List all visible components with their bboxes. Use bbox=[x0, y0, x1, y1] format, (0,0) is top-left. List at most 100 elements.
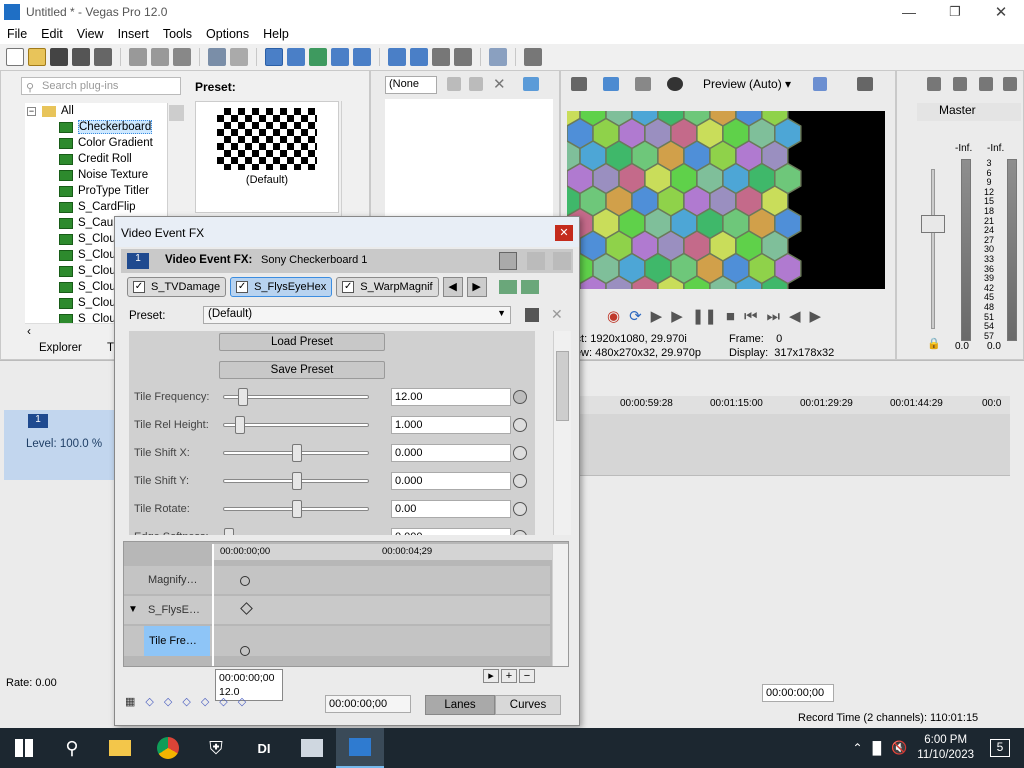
stop-icon[interactable]: ■ bbox=[726, 308, 735, 325]
trimmer-tool-icon[interactable] bbox=[447, 77, 461, 91]
lock-envelopes-icon[interactable] bbox=[353, 48, 371, 66]
prev-frame-icon[interactable]: ◀ bbox=[789, 307, 801, 325]
help-icon[interactable] bbox=[524, 48, 542, 66]
volume-icon[interactable]: 🔇 bbox=[891, 740, 907, 756]
clock[interactable]: 6:00 PM 11/10/2023 bbox=[917, 733, 974, 763]
copy-icon[interactable] bbox=[151, 48, 169, 66]
next-frame-icon[interactable]: ▶ bbox=[810, 307, 822, 325]
fx-chain-tab-active[interactable]: ✓ S_FlysEyeHex bbox=[230, 277, 333, 297]
preset-thumbnail[interactable]: (Default) bbox=[195, 101, 339, 213]
cut-icon[interactable] bbox=[129, 48, 147, 66]
collapse-icon[interactable]: − bbox=[27, 106, 36, 116]
slider-thumb[interactable] bbox=[292, 472, 302, 490]
go-to-start-icon[interactable]: ⏮ bbox=[744, 308, 758, 325]
load-preset-button[interactable]: Load Preset bbox=[219, 333, 385, 351]
delete-keyframe-icon[interactable]: ◇ bbox=[238, 695, 246, 708]
open-icon[interactable] bbox=[28, 48, 46, 66]
network-icon[interactable]: █ bbox=[873, 741, 882, 755]
chain-prev-icon[interactable]: ◀ bbox=[442, 277, 463, 297]
animate-clock-icon[interactable] bbox=[513, 446, 527, 460]
param-value-field[interactable]: 0.000 bbox=[391, 444, 511, 462]
save-as-icon[interactable] bbox=[72, 48, 90, 66]
fx-chain-tab[interactable]: ✓ S_TVDamage bbox=[127, 277, 227, 297]
plugin-item[interactable]: S_CardFlip bbox=[25, 199, 185, 215]
menu-insert[interactable]: Insert bbox=[111, 27, 156, 41]
prev-keyframe-icon[interactable]: ◇ bbox=[164, 695, 172, 708]
kf-zoom-out-icon[interactable]: − bbox=[519, 669, 535, 683]
master-fader-thumb[interactable] bbox=[921, 215, 945, 233]
curves-button[interactable]: Curves bbox=[495, 695, 561, 715]
lanes-button[interactable]: Lanes bbox=[425, 695, 495, 715]
delete-preset-icon[interactable]: ✕ bbox=[551, 306, 563, 323]
kf-row-tile-frequency[interactable]: Tile Fre… bbox=[124, 626, 550, 656]
animate-clock-icon[interactable] bbox=[513, 390, 527, 404]
param-value-field[interactable]: 0.000 bbox=[391, 528, 511, 535]
menu-view[interactable]: View bbox=[70, 27, 111, 41]
param-value-field[interactable]: 12.00 bbox=[391, 388, 511, 406]
fx-preset-dropdown[interactable]: (Default) ▼ bbox=[203, 306, 511, 324]
slider-thumb[interactable] bbox=[237, 388, 248, 406]
transitions-tab[interactable]: T bbox=[107, 342, 114, 354]
track-header[interactable]: 1 Level: 100.0 % bbox=[4, 410, 116, 480]
menu-options[interactable]: Options bbox=[199, 27, 256, 41]
kf-cursor[interactable] bbox=[212, 544, 214, 666]
redo-icon[interactable] bbox=[230, 48, 248, 66]
keyframe-marker[interactable] bbox=[240, 576, 250, 586]
loop-icon[interactable]: ⟳ bbox=[629, 307, 642, 325]
close-button[interactable]: ✕ bbox=[978, 3, 1024, 21]
auto-ripple-icon[interactable] bbox=[331, 48, 349, 66]
zoom-icon[interactable] bbox=[454, 48, 472, 66]
tray-chevron-icon[interactable]: ⌃ bbox=[853, 741, 863, 755]
sync-cursor-icon[interactable]: ▦ bbox=[125, 695, 135, 708]
mixer-assign-icon[interactable] bbox=[1003, 77, 1017, 91]
envelope-tool-icon[interactable] bbox=[287, 48, 305, 66]
param-slider[interactable] bbox=[223, 472, 369, 490]
param-slider[interactable] bbox=[223, 416, 369, 434]
slider-thumb[interactable] bbox=[292, 444, 302, 462]
davinci-button[interactable]: DI bbox=[240, 728, 288, 768]
copy-snapshot-icon[interactable] bbox=[857, 77, 873, 91]
go-to-end-icon[interactable]: ⏭ bbox=[766, 308, 780, 325]
chrome-button[interactable] bbox=[144, 728, 192, 768]
plugin-item[interactable]: Credit Roll bbox=[25, 151, 185, 167]
search-button[interactable]: ⚲ bbox=[48, 728, 96, 768]
selection-tool-icon[interactable] bbox=[309, 48, 327, 66]
plugin-item[interactable]: Checkerboard bbox=[25, 119, 185, 135]
kf-row-flyseye[interactable]: ▼ S_FlysE… bbox=[124, 596, 550, 624]
kf-zoom-in-icon[interactable]: + bbox=[501, 669, 517, 683]
menu-file[interactable]: File bbox=[0, 27, 34, 41]
play-icon[interactable]: ▶ bbox=[671, 307, 683, 325]
plugin-item[interactable]: Color Gradient bbox=[25, 135, 185, 151]
slider-thumb[interactable] bbox=[234, 416, 245, 434]
ext-monitor-icon[interactable] bbox=[603, 77, 619, 91]
plugin-item[interactable]: Noise Texture bbox=[25, 167, 185, 183]
play-from-start-icon[interactable]: ▶ bbox=[651, 307, 663, 325]
remove-fx-icon[interactable] bbox=[520, 280, 539, 294]
menu-edit[interactable]: Edit bbox=[34, 27, 70, 41]
param-slider[interactable] bbox=[223, 500, 369, 518]
kf-time-display[interactable]: 00:00:00;00 bbox=[325, 695, 411, 713]
undo-icon[interactable] bbox=[208, 48, 226, 66]
paste-icon[interactable] bbox=[173, 48, 191, 66]
fx-view-list-icon[interactable] bbox=[499, 252, 517, 270]
grid-icon[interactable] bbox=[813, 77, 827, 91]
tree-root[interactable]: − All bbox=[25, 103, 185, 119]
maximize-button[interactable]: ❐ bbox=[932, 4, 978, 20]
security-button[interactable]: ⛨ bbox=[192, 728, 240, 768]
kf-row-magnify[interactable]: Magnify… bbox=[124, 566, 550, 594]
keyframe-marker[interactable] bbox=[240, 646, 250, 656]
pause-icon[interactable]: ❚❚ bbox=[692, 307, 717, 325]
track-lane[interactable] bbox=[580, 414, 1010, 476]
fx-chain-icon[interactable] bbox=[498, 280, 517, 294]
preview-props-icon[interactable] bbox=[571, 77, 587, 91]
vegas-taskbar-button[interactable] bbox=[336, 728, 384, 768]
trimmer-delete-icon[interactable]: ✕ bbox=[493, 75, 506, 93]
param-value-field[interactable]: 1.000 bbox=[391, 416, 511, 434]
fx-view-detail-icon[interactable] bbox=[553, 252, 571, 270]
fx-chain-tab[interactable]: ✓ S_WarpMagnif bbox=[336, 277, 439, 297]
add-keyframe-icon[interactable]: ◇ bbox=[219, 695, 227, 708]
last-keyframe-icon[interactable]: ◇ bbox=[201, 695, 209, 708]
trimmer-marker-icon[interactable] bbox=[469, 77, 483, 91]
record-icon[interactable]: ◉ bbox=[607, 307, 620, 325]
start-button[interactable] bbox=[0, 728, 48, 768]
